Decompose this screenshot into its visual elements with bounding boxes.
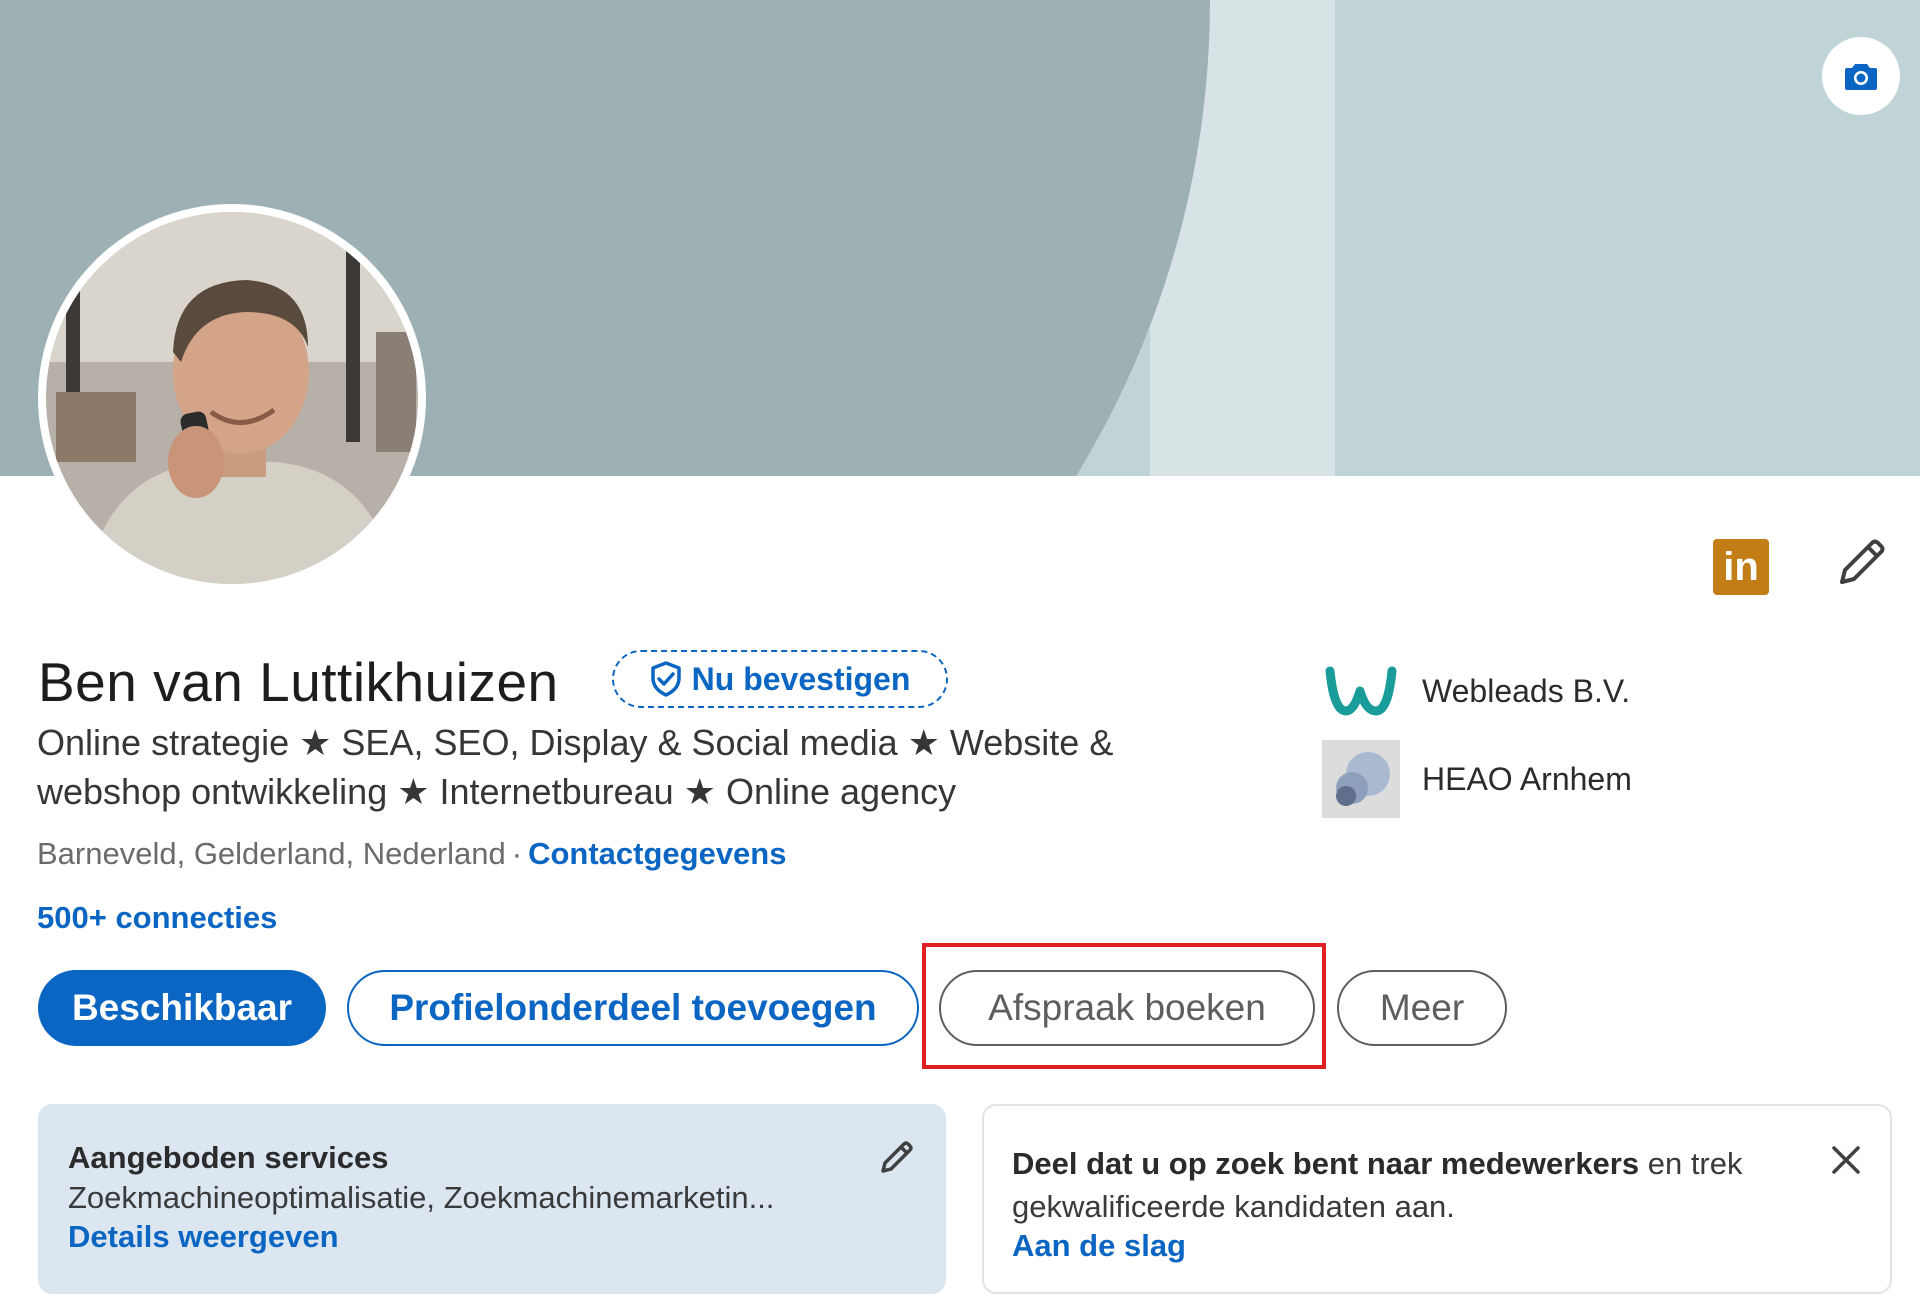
get-started-link[interactable]: Aan de slag: [1012, 1228, 1860, 1264]
available-button[interactable]: Beschikbaar: [38, 970, 326, 1046]
location-text: Barneveld, Gelderland, Nederland: [37, 836, 506, 871]
close-icon: [1832, 1146, 1860, 1174]
organization-name: Webleads B.V.: [1422, 672, 1631, 709]
profile-photo[interactable]: [38, 204, 426, 592]
edit-banner-button[interactable]: [1822, 37, 1900, 115]
profile-location-line: Barneveld, Gelderland, Nederland · Contact…: [37, 836, 786, 872]
hiring-text-line1: Deel dat u op zoek bent naar medewerkers…: [1012, 1142, 1860, 1185]
verify-button[interactable]: Nu bevestigen: [612, 650, 948, 708]
organization-item-heao[interactable]: HEAO Arnhem: [1322, 740, 1632, 818]
services-title: Aangeboden services: [68, 1140, 389, 1175]
hiring-card: Deel dat u op zoek bent naar medewerkers…: [982, 1104, 1892, 1294]
highlight-box: [922, 943, 1326, 1069]
services-details-link[interactable]: Details weergeven: [68, 1219, 916, 1255]
shield-check-icon: [650, 661, 681, 697]
profile-headline: Online strategie ★ SEA, SEO, Display & S…: [37, 722, 1114, 812]
dismiss-hiring-button[interactable]: [1828, 1142, 1864, 1178]
organization-name: HEAO Arnhem: [1422, 760, 1632, 797]
edit-profile-button[interactable]: [1830, 534, 1890, 594]
pencil-icon: [1840, 539, 1885, 584]
organization-item-webleads[interactable]: Webleads B.V.: [1322, 652, 1630, 730]
linkedin-icon[interactable]: in: [1713, 539, 1769, 595]
hiring-title: Deel dat u op zoek bent naar medewerkers: [1012, 1146, 1640, 1181]
add-profile-section-button[interactable]: Profielonderdeel toevoegen: [347, 970, 919, 1046]
camera-icon: [1845, 64, 1877, 90]
profile-photo-image: [46, 212, 418, 584]
services-text: Zoekmachineoptimalisatie, Zoekmachinemar…: [68, 1180, 775, 1215]
profile-name: Ben van Luttikhuizen: [38, 651, 559, 713]
more-button[interactable]: Meer: [1337, 970, 1507, 1046]
heao-logo: [1322, 740, 1400, 818]
verify-label: Nu bevestigen: [691, 660, 911, 697]
contact-info-link[interactable]: Contactgegevens: [528, 836, 786, 871]
edit-services-button[interactable]: [876, 1138, 916, 1178]
connections-link[interactable]: 500+ connecties: [37, 900, 277, 936]
hiring-text-rest: en trek: [1639, 1146, 1743, 1181]
services-card: Aangeboden services Zoekmachineoptimalis…: [38, 1104, 946, 1294]
separator: ·: [511, 836, 523, 871]
hiring-text-line2: gekwalificeerde kandidaten aan.: [1012, 1189, 1455, 1224]
pencil-icon: [881, 1141, 913, 1173]
webleads-logo: [1322, 652, 1400, 730]
